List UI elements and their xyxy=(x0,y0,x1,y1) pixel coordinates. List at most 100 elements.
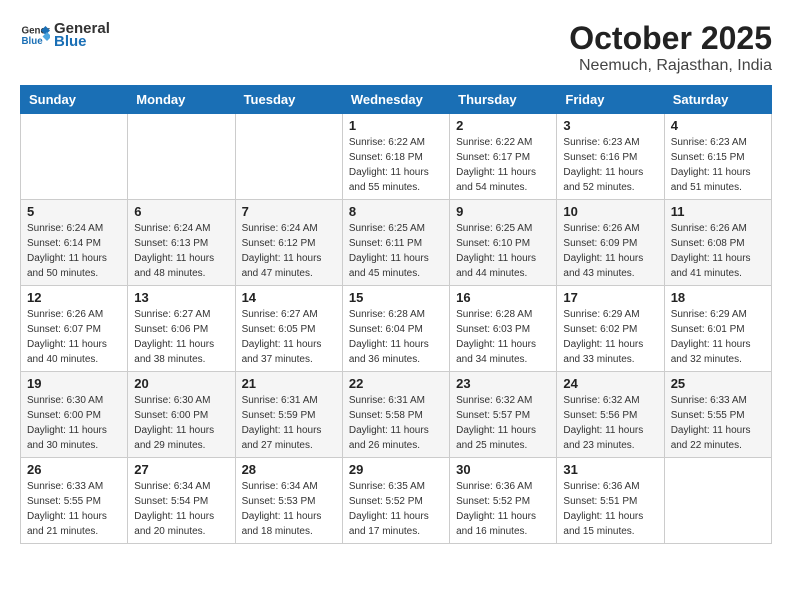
day-info: Sunrise: 6:30 AMSunset: 6:00 PMDaylight:… xyxy=(27,393,121,453)
day-info: Sunrise: 6:26 AMSunset: 6:08 PMDaylight:… xyxy=(671,221,765,281)
day-info: Sunrise: 6:30 AMSunset: 6:00 PMDaylight:… xyxy=(134,393,228,453)
day-info: Sunrise: 6:23 AMSunset: 6:16 PMDaylight:… xyxy=(563,135,657,195)
day-info: Sunrise: 6:24 AMSunset: 6:14 PMDaylight:… xyxy=(27,221,121,281)
day-info: Sunrise: 6:36 AMSunset: 5:51 PMDaylight:… xyxy=(563,479,657,539)
calendar-cell: 7 Sunrise: 6:24 AMSunset: 6:12 PMDayligh… xyxy=(235,200,342,286)
day-info: Sunrise: 6:34 AMSunset: 5:54 PMDaylight:… xyxy=(134,479,228,539)
calendar-cell: 9 Sunrise: 6:25 AMSunset: 6:10 PMDayligh… xyxy=(450,200,557,286)
calendar-cell: 29 Sunrise: 6:35 AMSunset: 5:52 PMDaylig… xyxy=(342,458,449,544)
day-number: 18 xyxy=(671,290,765,305)
calendar-cell: 31 Sunrise: 6:36 AMSunset: 5:51 PMDaylig… xyxy=(557,458,664,544)
day-number: 28 xyxy=(242,462,336,477)
day-number: 24 xyxy=(563,376,657,391)
day-info: Sunrise: 6:33 AMSunset: 5:55 PMDaylight:… xyxy=(671,393,765,453)
day-number: 19 xyxy=(27,376,121,391)
day-info: Sunrise: 6:34 AMSunset: 5:53 PMDaylight:… xyxy=(242,479,336,539)
page-header: General Blue General Blue October 2025 N… xyxy=(20,20,772,75)
day-info: Sunrise: 6:31 AMSunset: 5:59 PMDaylight:… xyxy=(242,393,336,453)
calendar-week-3: 12 Sunrise: 6:26 AMSunset: 6:07 PMDaylig… xyxy=(21,286,772,372)
col-thursday: Thursday xyxy=(450,86,557,114)
day-number: 17 xyxy=(563,290,657,305)
day-info: Sunrise: 6:32 AMSunset: 5:57 PMDaylight:… xyxy=(456,393,550,453)
calendar-cell xyxy=(128,114,235,200)
col-monday: Monday xyxy=(128,86,235,114)
day-number: 4 xyxy=(671,118,765,133)
calendar-cell: 23 Sunrise: 6:32 AMSunset: 5:57 PMDaylig… xyxy=(450,372,557,458)
day-number: 14 xyxy=(242,290,336,305)
day-number: 20 xyxy=(134,376,228,391)
day-number: 3 xyxy=(563,118,657,133)
calendar-cell: 22 Sunrise: 6:31 AMSunset: 5:58 PMDaylig… xyxy=(342,372,449,458)
col-tuesday: Tuesday xyxy=(235,86,342,114)
calendar-cell: 15 Sunrise: 6:28 AMSunset: 6:04 PMDaylig… xyxy=(342,286,449,372)
day-info: Sunrise: 6:26 AMSunset: 6:07 PMDaylight:… xyxy=(27,307,121,367)
day-number: 7 xyxy=(242,204,336,219)
day-info: Sunrise: 6:27 AMSunset: 6:06 PMDaylight:… xyxy=(134,307,228,367)
calendar-cell xyxy=(21,114,128,200)
col-sunday: Sunday xyxy=(21,86,128,114)
calendar-cell: 19 Sunrise: 6:30 AMSunset: 6:00 PMDaylig… xyxy=(21,372,128,458)
calendar-cell: 20 Sunrise: 6:30 AMSunset: 6:00 PMDaylig… xyxy=(128,372,235,458)
calendar-cell: 13 Sunrise: 6:27 AMSunset: 6:06 PMDaylig… xyxy=(128,286,235,372)
col-friday: Friday xyxy=(557,86,664,114)
calendar-cell: 16 Sunrise: 6:28 AMSunset: 6:03 PMDaylig… xyxy=(450,286,557,372)
calendar-cell: 21 Sunrise: 6:31 AMSunset: 5:59 PMDaylig… xyxy=(235,372,342,458)
calendar-cell xyxy=(664,458,771,544)
day-info: Sunrise: 6:32 AMSunset: 5:56 PMDaylight:… xyxy=(563,393,657,453)
day-info: Sunrise: 6:29 AMSunset: 6:01 PMDaylight:… xyxy=(671,307,765,367)
calendar-cell: 30 Sunrise: 6:36 AMSunset: 5:52 PMDaylig… xyxy=(450,458,557,544)
day-info: Sunrise: 6:24 AMSunset: 6:12 PMDaylight:… xyxy=(242,221,336,281)
day-number: 15 xyxy=(349,290,443,305)
day-number: 22 xyxy=(349,376,443,391)
day-number: 13 xyxy=(134,290,228,305)
logo: General Blue General Blue xyxy=(20,20,110,50)
calendar-cell: 5 Sunrise: 6:24 AMSunset: 6:14 PMDayligh… xyxy=(21,200,128,286)
day-info: Sunrise: 6:27 AMSunset: 6:05 PMDaylight:… xyxy=(242,307,336,367)
day-info: Sunrise: 6:26 AMSunset: 6:09 PMDaylight:… xyxy=(563,221,657,281)
calendar-cell xyxy=(235,114,342,200)
calendar-cell: 6 Sunrise: 6:24 AMSunset: 6:13 PMDayligh… xyxy=(128,200,235,286)
day-number: 30 xyxy=(456,462,550,477)
day-info: Sunrise: 6:25 AMSunset: 6:11 PMDaylight:… xyxy=(349,221,443,281)
day-number: 16 xyxy=(456,290,550,305)
calendar-cell: 10 Sunrise: 6:26 AMSunset: 6:09 PMDaylig… xyxy=(557,200,664,286)
location-subtitle: Neemuch, Rajasthan, India xyxy=(569,57,772,75)
calendar-table: Sunday Monday Tuesday Wednesday Thursday… xyxy=(20,85,772,544)
calendar-cell: 24 Sunrise: 6:32 AMSunset: 5:56 PMDaylig… xyxy=(557,372,664,458)
day-number: 1 xyxy=(349,118,443,133)
day-number: 31 xyxy=(563,462,657,477)
logo-icon: General Blue xyxy=(20,20,50,50)
month-title: October 2025 xyxy=(569,20,772,57)
day-number: 6 xyxy=(134,204,228,219)
col-saturday: Saturday xyxy=(664,86,771,114)
calendar-week-1: 1 Sunrise: 6:22 AMSunset: 6:18 PMDayligh… xyxy=(21,114,772,200)
day-info: Sunrise: 6:29 AMSunset: 6:02 PMDaylight:… xyxy=(563,307,657,367)
calendar-cell: 12 Sunrise: 6:26 AMSunset: 6:07 PMDaylig… xyxy=(21,286,128,372)
day-info: Sunrise: 6:22 AMSunset: 6:18 PMDaylight:… xyxy=(349,135,443,195)
calendar-cell: 27 Sunrise: 6:34 AMSunset: 5:54 PMDaylig… xyxy=(128,458,235,544)
day-number: 8 xyxy=(349,204,443,219)
day-number: 21 xyxy=(242,376,336,391)
day-number: 26 xyxy=(27,462,121,477)
calendar-week-2: 5 Sunrise: 6:24 AMSunset: 6:14 PMDayligh… xyxy=(21,200,772,286)
calendar-cell: 1 Sunrise: 6:22 AMSunset: 6:18 PMDayligh… xyxy=(342,114,449,200)
svg-text:Blue: Blue xyxy=(22,36,44,47)
calendar-week-4: 19 Sunrise: 6:30 AMSunset: 6:00 PMDaylig… xyxy=(21,372,772,458)
calendar-cell: 18 Sunrise: 6:29 AMSunset: 6:01 PMDaylig… xyxy=(664,286,771,372)
calendar-cell: 4 Sunrise: 6:23 AMSunset: 6:15 PMDayligh… xyxy=(664,114,771,200)
day-number: 9 xyxy=(456,204,550,219)
day-info: Sunrise: 6:28 AMSunset: 6:04 PMDaylight:… xyxy=(349,307,443,367)
title-area: October 2025 Neemuch, Rajasthan, India xyxy=(569,20,772,75)
day-info: Sunrise: 6:28 AMSunset: 6:03 PMDaylight:… xyxy=(456,307,550,367)
day-number: 5 xyxy=(27,204,121,219)
day-number: 25 xyxy=(671,376,765,391)
day-number: 10 xyxy=(563,204,657,219)
day-info: Sunrise: 6:36 AMSunset: 5:52 PMDaylight:… xyxy=(456,479,550,539)
day-number: 12 xyxy=(27,290,121,305)
calendar-cell: 17 Sunrise: 6:29 AMSunset: 6:02 PMDaylig… xyxy=(557,286,664,372)
day-number: 11 xyxy=(671,204,765,219)
day-info: Sunrise: 6:35 AMSunset: 5:52 PMDaylight:… xyxy=(349,479,443,539)
day-number: 27 xyxy=(134,462,228,477)
day-number: 23 xyxy=(456,376,550,391)
calendar-cell: 8 Sunrise: 6:25 AMSunset: 6:11 PMDayligh… xyxy=(342,200,449,286)
